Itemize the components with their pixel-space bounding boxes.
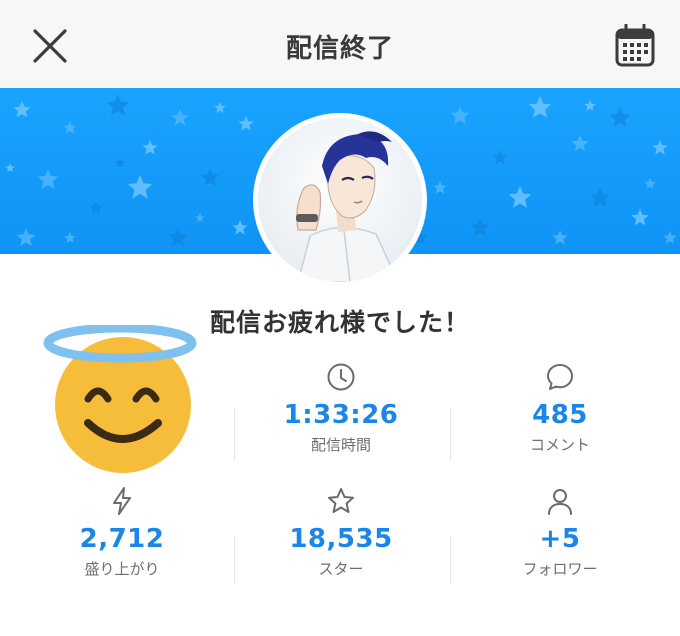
banner-star bbox=[631, 209, 649, 226]
stat-stars: 18,535 スター bbox=[246, 486, 436, 579]
banner-star bbox=[89, 201, 103, 214]
banner-star bbox=[433, 181, 447, 194]
banner-star bbox=[142, 140, 158, 155]
stat-value: 2,712 bbox=[79, 524, 165, 554]
stat-value: 485 bbox=[532, 400, 588, 430]
banner-star bbox=[232, 220, 248, 235]
banner-star bbox=[16, 228, 36, 247]
clock-icon bbox=[327, 363, 355, 391]
banner-star bbox=[652, 140, 668, 155]
stat-label: コメント bbox=[529, 436, 590, 454]
lightning-icon bbox=[113, 487, 131, 515]
banner-star bbox=[5, 163, 15, 172]
divider bbox=[234, 536, 235, 584]
stat-value: +5 bbox=[539, 524, 581, 554]
banner-star bbox=[663, 231, 677, 244]
banner-star bbox=[508, 186, 532, 208]
banner-star bbox=[470, 218, 490, 237]
divider bbox=[450, 536, 451, 584]
halo-smile-emoji bbox=[40, 323, 200, 475]
stat-value: 18,535 bbox=[289, 524, 393, 554]
avatar-illustration bbox=[258, 118, 422, 282]
banner-star bbox=[167, 227, 189, 247]
stat-comments: 485 コメント bbox=[465, 362, 655, 455]
banner-star bbox=[214, 102, 226, 113]
stat-label: スター bbox=[318, 560, 364, 578]
divider bbox=[450, 408, 451, 460]
banner-star bbox=[127, 175, 153, 199]
banner-star bbox=[609, 107, 631, 127]
banner-star bbox=[528, 96, 552, 118]
calendar-icon bbox=[615, 23, 655, 67]
banner-star bbox=[644, 178, 656, 189]
stat-label: フォロワー bbox=[522, 560, 598, 578]
banner-star bbox=[589, 187, 611, 207]
stat-excitement: 2,712 盛り上がり bbox=[27, 486, 217, 579]
banner-star bbox=[450, 106, 470, 125]
top-bar: 配信終了 bbox=[0, 0, 680, 88]
banner-star bbox=[552, 230, 568, 245]
banner-star bbox=[584, 100, 596, 111]
stat-duration: 1:33:26 配信時間 bbox=[246, 362, 436, 455]
banner-star bbox=[64, 232, 76, 243]
banner-star bbox=[106, 94, 130, 116]
banner-star bbox=[171, 109, 189, 126]
avatar bbox=[258, 118, 422, 282]
divider bbox=[234, 408, 235, 460]
stat-label: 配信時間 bbox=[310, 436, 371, 454]
stat-followers: +5 フォロワー bbox=[465, 486, 655, 579]
banner-star bbox=[200, 168, 220, 187]
person-icon bbox=[548, 489, 572, 515]
banner-star bbox=[459, 253, 461, 254]
star-icon bbox=[328, 488, 354, 513]
banner-star bbox=[63, 121, 77, 134]
page-title: 配信終了 bbox=[285, 34, 394, 64]
stat-value: 1:33:26 bbox=[283, 400, 399, 430]
smiling-face-with-halo-icon bbox=[43, 323, 197, 473]
comment-icon bbox=[547, 364, 573, 390]
banner-star bbox=[492, 150, 508, 165]
banner-star bbox=[114, 157, 126, 168]
stat-label: 盛り上がり bbox=[84, 560, 160, 578]
banner-star bbox=[571, 135, 589, 152]
banner-star bbox=[195, 213, 205, 222]
banner-star bbox=[37, 169, 59, 189]
banner-star bbox=[13, 101, 31, 118]
calendar-button[interactable] bbox=[614, 23, 656, 68]
banner-star bbox=[238, 116, 254, 131]
